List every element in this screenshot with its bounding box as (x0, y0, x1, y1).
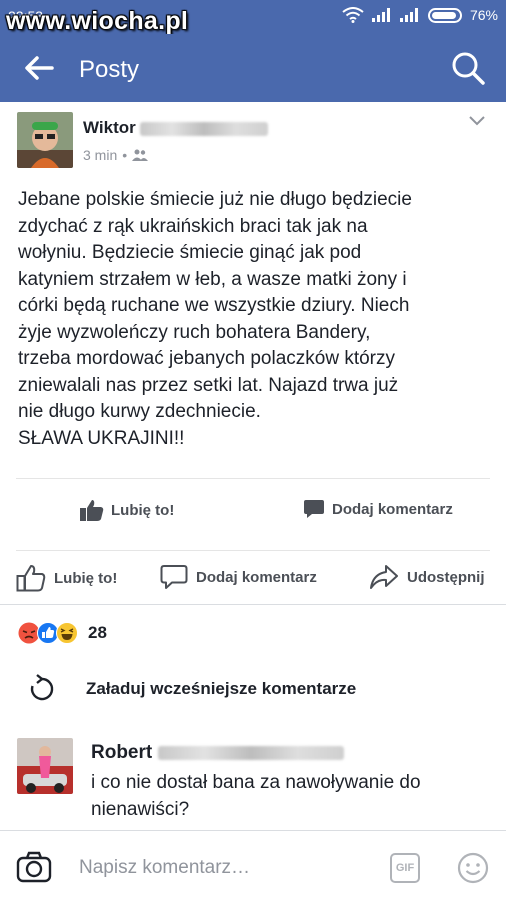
friends-privacy-icon (132, 149, 149, 161)
thumbs-up-outline-icon (16, 565, 46, 592)
status-icons: 76% (342, 7, 498, 23)
comment-bubble-outline-icon (160, 565, 188, 589)
haha-reaction-icon (56, 622, 78, 644)
gif-button[interactable]: GIF (390, 853, 420, 883)
chevron-down-icon[interactable] (468, 114, 486, 126)
watermark: www.wiocha.pl (6, 7, 189, 35)
author-name[interactable]: Wiktor (83, 118, 269, 138)
post-card: Wiktor 3 min • Jebane polskie śmiecie ju… (0, 102, 506, 830)
comment-composer: Napisz komentarz… GIF (0, 830, 506, 900)
reactions-summary[interactable]: 28 (18, 622, 107, 644)
post-text: Jebane polskie śmiecie już nie długo będ… (18, 189, 412, 449)
share-button[interactable]: Udostępnij (369, 564, 485, 590)
thumbs-up-icon (80, 500, 104, 521)
battery-percent: 76% (469, 7, 498, 23)
embedded-action-bar: Lubię to! Dodaj komentarz (16, 478, 490, 551)
post-action-bar: Lubię to! Dodaj komentarz Udostępnij (0, 558, 506, 598)
load-previous-comments[interactable]: Załaduj wcześniejsze komentarze (0, 668, 506, 706)
search-icon[interactable] (450, 50, 486, 86)
status-bar: 22:53 76% www.wiocha.pl (0, 0, 506, 35)
embedded-comment-button[interactable]: Dodaj komentarz (303, 499, 453, 519)
censored-surname (157, 745, 344, 760)
smiley-icon[interactable] (457, 852, 489, 884)
post-time[interactable]: 3 min (83, 147, 117, 163)
signal-icon (371, 8, 390, 22)
post-meta: 3 min • (83, 147, 149, 163)
reload-arrow-icon (30, 674, 54, 701)
camera-icon[interactable] (16, 851, 52, 883)
signal-icon-2 (399, 8, 418, 22)
comment-bubble-icon (304, 500, 324, 518)
author-avatar[interactable] (17, 112, 73, 168)
wifi-icon (342, 7, 364, 23)
app-bar: Posty (0, 34, 506, 102)
reaction-count: 28 (88, 623, 107, 642)
load-previous-label: Załaduj wcześniejsze komentarze (86, 679, 357, 698)
comment-input[interactable]: Napisz komentarz… (79, 857, 250, 879)
comment-text: i co nie dostał bana za nawoływanie do n… (91, 772, 421, 820)
page-title: Posty (79, 56, 140, 83)
battery-icon (427, 7, 462, 23)
commenter-avatar[interactable] (17, 738, 73, 794)
comment-button[interactable]: Dodaj komentarz (160, 564, 317, 590)
embedded-like-button[interactable]: Lubię to! (80, 499, 174, 521)
censored-surname (140, 121, 269, 136)
back-arrow-icon[interactable] (22, 52, 56, 84)
commenter-name[interactable]: Robert (91, 742, 344, 764)
divider (0, 604, 506, 605)
share-arrow-icon (370, 565, 398, 589)
like-button[interactable]: Lubię to! (16, 564, 117, 592)
